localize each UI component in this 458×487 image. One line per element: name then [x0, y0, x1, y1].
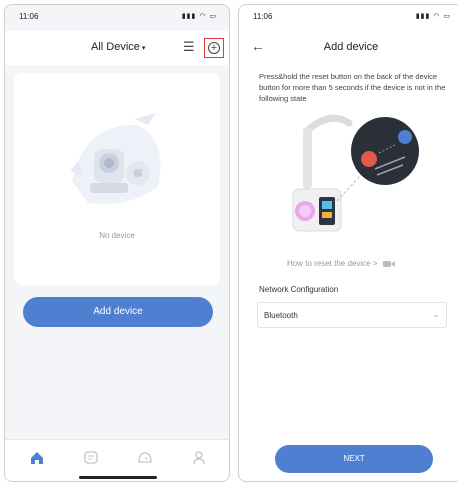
network-configuration-value: Bluetooth — [264, 311, 298, 320]
list-menu-icon[interactable]: ☰ — [183, 40, 195, 53]
bottom-tab-bar — [5, 439, 229, 481]
next-button[interactable]: NEXT — [275, 445, 433, 473]
all-device-dropdown[interactable]: All Device ▾ — [91, 41, 145, 53]
page-title: Add device — [323, 41, 379, 53]
tab-home-icon[interactable] — [29, 450, 45, 466]
status-bar: 11:06 ▮▮▮ ◠ ▭ — [239, 5, 458, 25]
tab-message-icon[interactable] — [83, 450, 99, 466]
lamp-reset-illustration — [292, 114, 419, 232]
status-time: 11:06 — [19, 12, 39, 21]
network-configuration-select[interactable]: Bluetooth ⌄ — [257, 302, 447, 328]
empty-camera-illustration — [70, 113, 161, 205]
status-icons: ▮▮▮ ◠ ▭ — [181, 13, 217, 20]
phone-screen-device-list: 11:06 ▮▮▮ ◠ ▭ All Device ▾ ☰ + No device … — [4, 4, 230, 482]
empty-state-text: No device — [99, 231, 135, 240]
all-device-title: All Device — [91, 41, 140, 53]
add-device-button[interactable]: Add device — [23, 297, 213, 327]
chevron-down-icon: ⌄ — [432, 309, 440, 319]
reset-instruction-text: Press&hold the reset button on the back … — [259, 72, 446, 103]
status-bar: 11:06 ▮▮▮ ◠ ▭ — [5, 5, 229, 25]
status-time: 11:06 — [253, 12, 273, 21]
how-to-reset-link[interactable]: How to reset the device > — [287, 259, 395, 268]
caret-down-icon: ▾ — [141, 45, 146, 52]
tab-scene-icon[interactable] — [137, 450, 153, 466]
how-to-reset-text: How to reset the device > — [287, 259, 378, 268]
phone-screen-add-device: 11:06 ▮▮▮ ◠ ▭ ← Add device Press&hold th… — [238, 4, 458, 482]
status-icons: ▮▮▮ ◠ ▭ — [415, 13, 451, 20]
top-bar: All Device ▾ ☰ + — [5, 31, 229, 65]
network-configuration-label: Network Configuration — [259, 285, 339, 294]
plus-circle-icon: + — [208, 42, 220, 54]
add-device-plus-button[interactable]: + — [204, 38, 224, 58]
device-list-card: No device — [14, 73, 220, 285]
tab-profile-icon[interactable] — [191, 450, 207, 466]
home-indicator — [79, 476, 157, 479]
video-icon — [382, 260, 395, 267]
